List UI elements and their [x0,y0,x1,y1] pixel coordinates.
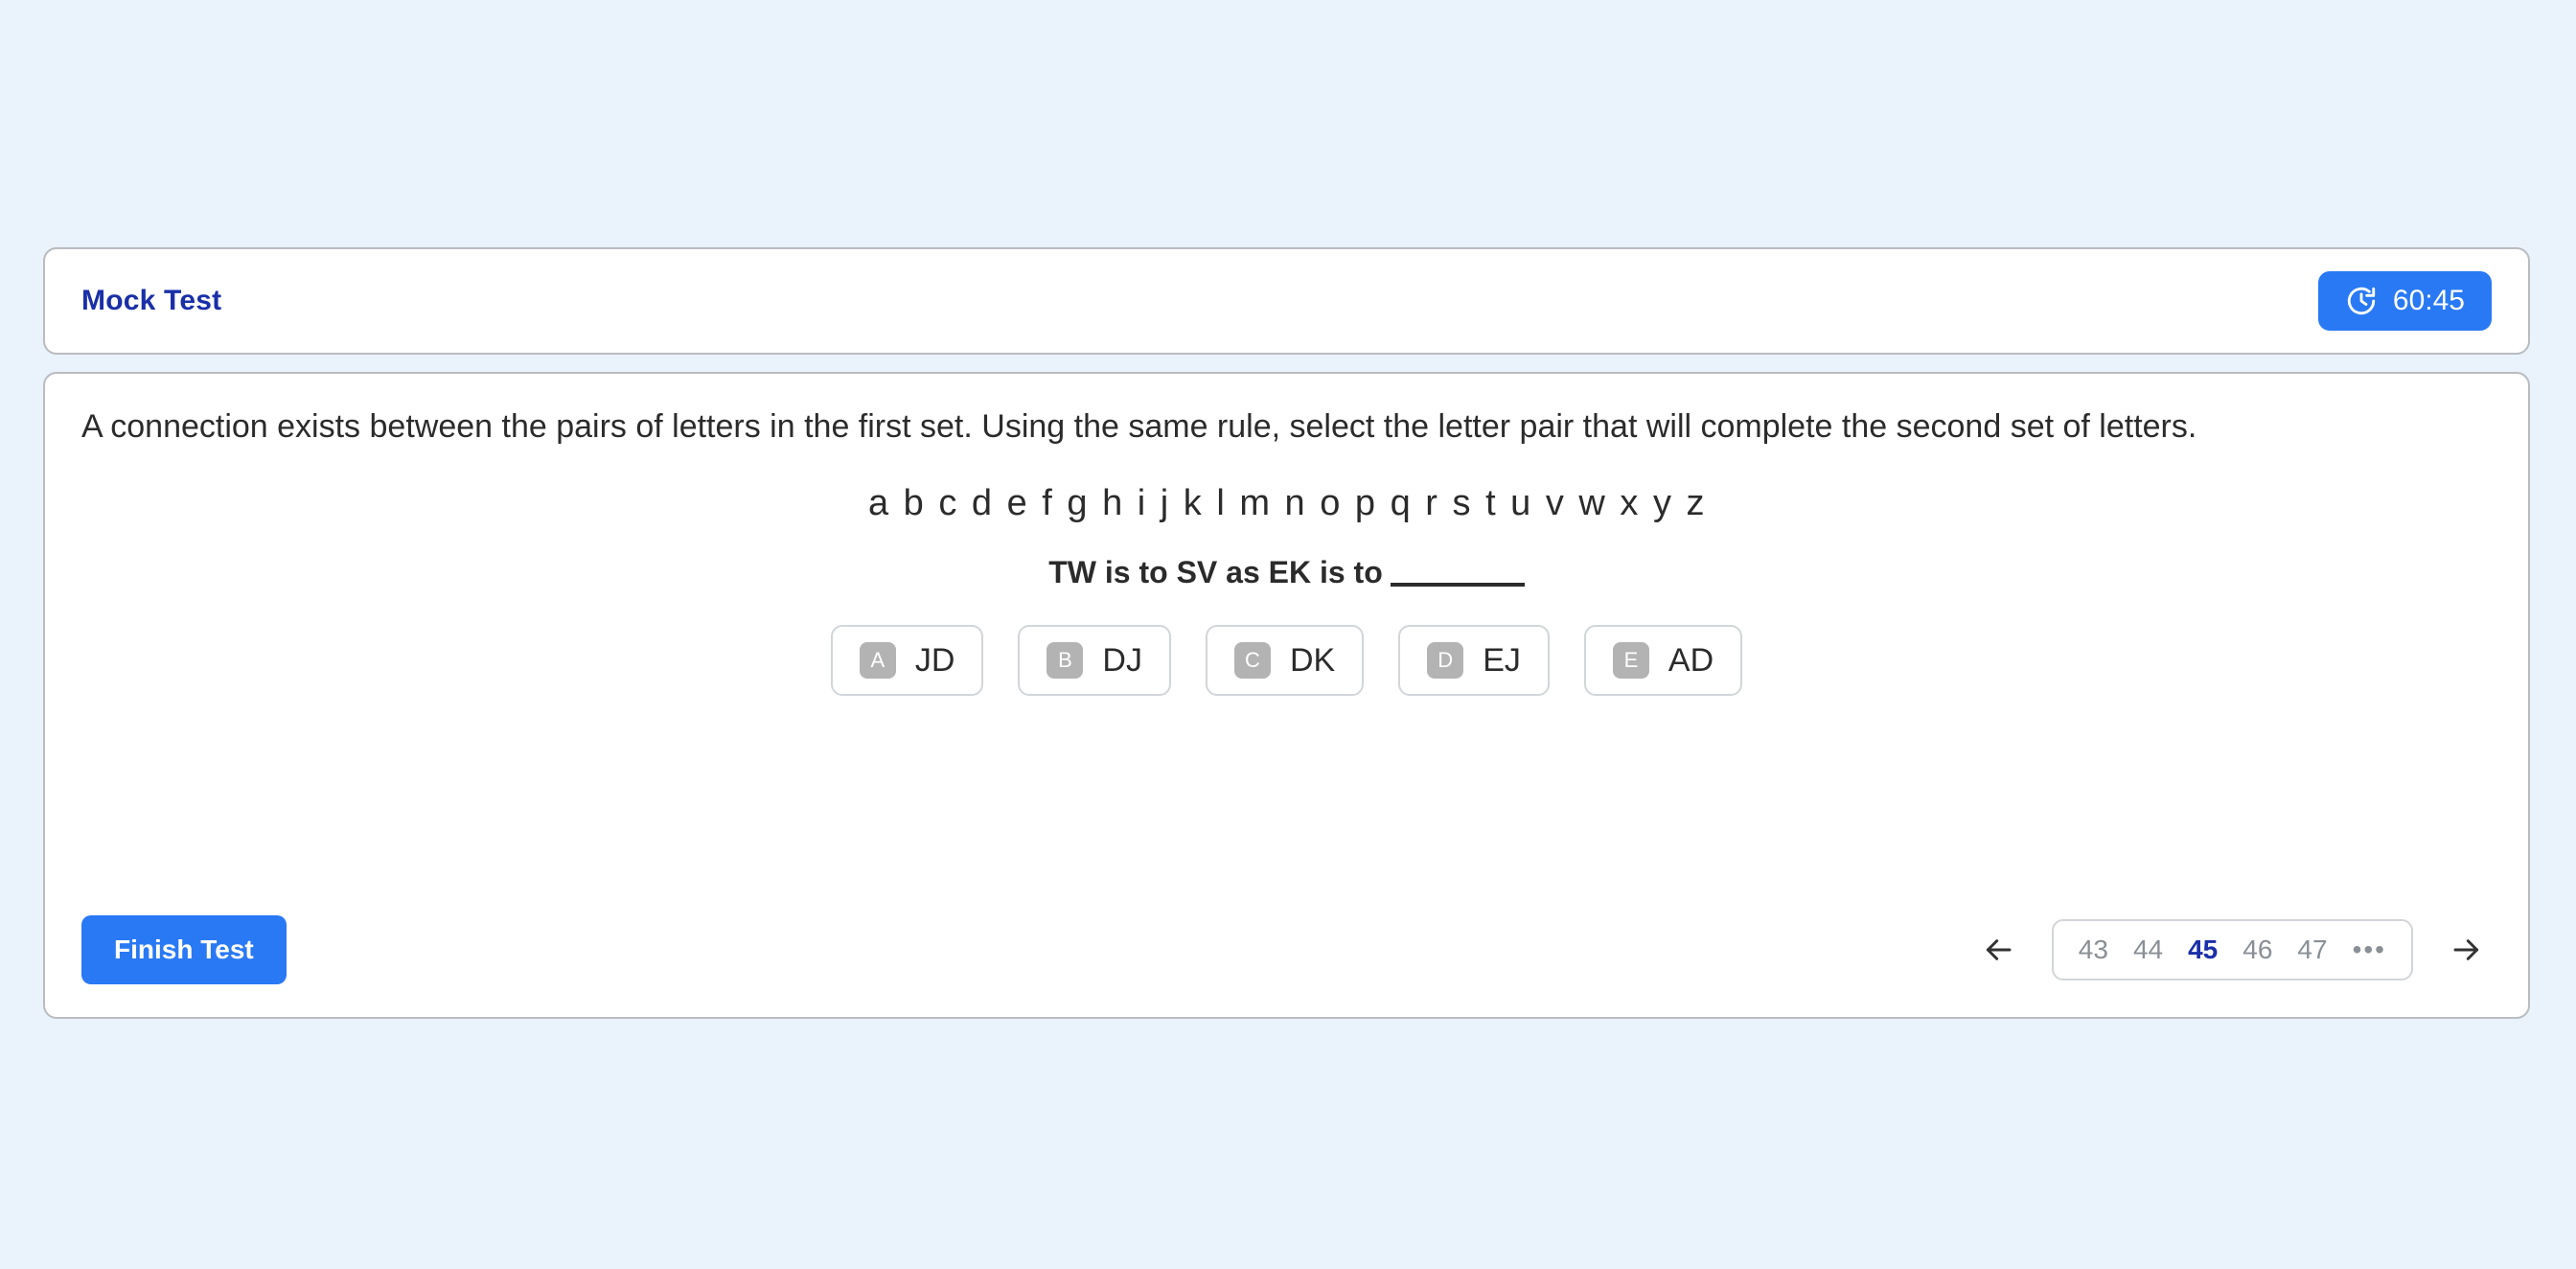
option-a-key: A [859,641,896,679]
pagination: 43 44 45 46 47 ••• [1973,919,2492,981]
option-b-key: B [1046,641,1084,679]
option-d-key: D [1427,641,1464,679]
clock-icon [2345,285,2378,317]
alphabet-reference: a b c d e f g h i j k l m n o p q r s t … [867,482,1706,523]
option-c-label: DK [1289,641,1336,679]
more-pages-ellipsis[interactable]: ••• [2353,936,2386,963]
timer-value: 60:45 [2392,285,2465,316]
analogy-blank [1390,582,1525,587]
question-prompt: A connection exists between the pairs of… [81,408,2197,445]
option-d[interactable]: D EJ [1398,624,1550,696]
option-e[interactable]: E AD [1583,624,1743,696]
option-c[interactable]: C DK [1205,624,1365,696]
page-number-47[interactable]: 47 [2297,936,2327,963]
option-c-key: C [1233,641,1271,679]
option-a-label: JD [914,641,955,679]
option-e-key: E [1612,641,1649,679]
answer-options: A JD B DJ C DK D EJ E AD [81,624,2492,696]
option-e-label: AD [1668,641,1714,679]
option-b-label: DJ [1102,641,1142,679]
card-footer: Finish Test 43 44 45 46 47 ••• [81,915,2492,984]
arrow-left-icon [1979,934,2017,965]
page-number-45-current[interactable]: 45 [2188,936,2218,963]
analogy-text: TW is to SV as EK is to [1048,554,1383,589]
option-a[interactable]: A JD [830,624,984,696]
exam-page: Mock Test 60:45 A connection exists betw… [0,0,2576,1269]
analogy-statement: TW is to SV as EK is to [81,555,2492,590]
timer-badge: 60:45 [2317,271,2492,331]
finish-test-button[interactable]: Finish Test [81,915,287,984]
option-d-label: EJ [1483,641,1521,679]
page-number-46[interactable]: 46 [2242,936,2272,963]
option-b[interactable]: B DJ [1018,624,1171,696]
page-number-list: 43 44 45 46 47 ••• [2051,919,2413,981]
page-number-43[interactable]: 43 [2079,936,2108,963]
next-question-button[interactable] [2442,931,2492,969]
page-title: Mock Test [81,285,222,316]
page-number-44[interactable]: 44 [2133,936,2163,963]
test-header-card: Mock Test 60:45 [43,247,2530,355]
previous-question-button[interactable] [1973,931,2023,969]
question-card: A connection exists between the pairs of… [43,372,2530,1019]
arrow-right-icon [2448,934,2486,965]
